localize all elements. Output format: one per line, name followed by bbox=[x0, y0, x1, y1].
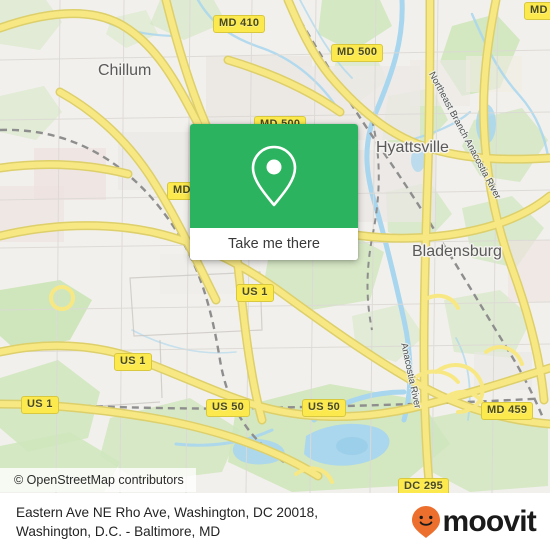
osm-attribution-label: © OpenStreetMap contributors bbox=[14, 473, 184, 487]
moovit-smiley-pin-icon bbox=[412, 505, 441, 538]
location-callout-card[interactable]: Take me there bbox=[190, 124, 358, 260]
moovit-wordmark: moovit bbox=[442, 504, 536, 538]
take-me-there-label: Take me there bbox=[228, 236, 320, 252]
moovit-logo[interactable]: moovit bbox=[411, 504, 537, 539]
river-label: Anacostia River bbox=[398, 342, 423, 410]
osm-attribution[interactable]: © OpenStreetMap contributors bbox=[0, 468, 196, 492]
address-line-1: Eastern Ave NE Rho Ave, Washington, DC 2… bbox=[16, 504, 319, 520]
map-canvas[interactable]: MD 410MDMD 500MD 500MDUS 1US 1US 1US 50U… bbox=[0, 0, 550, 493]
address-block: Eastern Ave NE Rho Ave, Washington, DC 2… bbox=[16, 503, 318, 541]
river-label: Northeast Branch Anacostia River bbox=[426, 70, 503, 202]
map-screenshot: MD 410MDMD 500MD 500MDUS 1US 1US 1US 50U… bbox=[0, 0, 550, 550]
address-line-2: Washington, D.C. - Baltimore, MD bbox=[16, 523, 221, 539]
footer-bar: Eastern Ave NE Rho Ave, Washington, DC 2… bbox=[0, 493, 550, 550]
map-pin-icon bbox=[251, 145, 297, 207]
take-me-there-button[interactable]: Take me there bbox=[190, 228, 358, 260]
card-pin-area bbox=[190, 124, 358, 228]
